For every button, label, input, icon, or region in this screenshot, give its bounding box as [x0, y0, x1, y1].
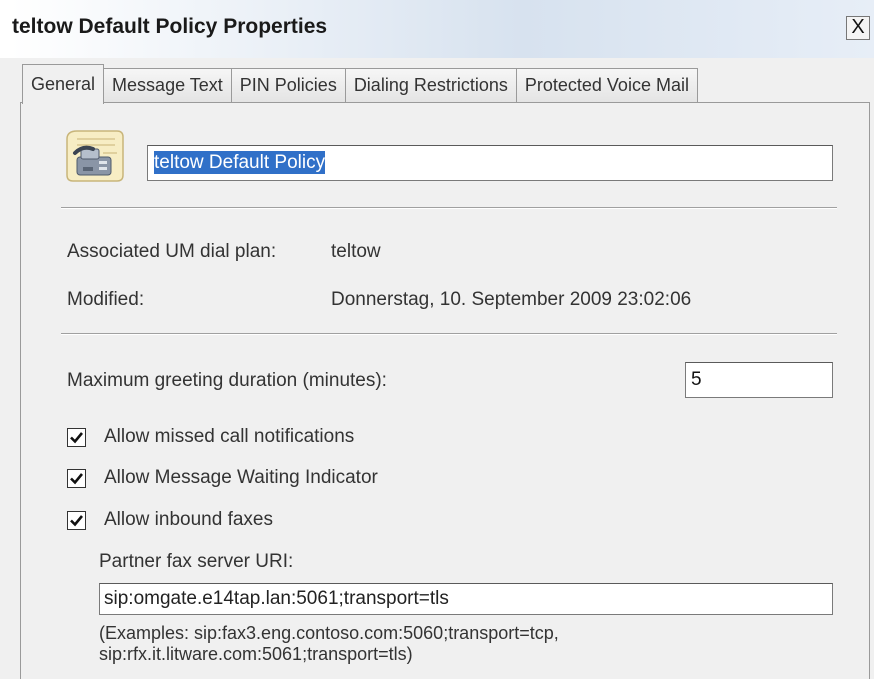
- properties-dialog: General Message Text PIN Policies Dialin…: [0, 58, 874, 679]
- title-bar[interactable]: teltow Default Policy Properties X: [0, 0, 874, 58]
- checkmark-icon: [70, 472, 84, 484]
- greeting-duration-label: Maximum greeting duration (minutes):: [67, 370, 387, 391]
- inbound-fax-checkbox-row[interactable]: Allow inbound faxes: [67, 509, 273, 531]
- mwi-checkbox-row[interactable]: Allow Message Waiting Indicator: [67, 467, 378, 489]
- tab-message-text[interactable]: Message Text: [103, 68, 232, 102]
- tab-general[interactable]: General: [22, 64, 105, 104]
- fax-uri-input[interactable]: sip:omgate.e14tap.lan:5061;transport=tls: [99, 583, 833, 615]
- inbound-fax-label: Allow inbound faxes: [104, 509, 273, 530]
- general-tab-panel: teltow Default Policy Associated UM dial…: [20, 102, 870, 679]
- modified-value: Donnerstag, 10. September 2009 23:02:06: [331, 289, 692, 310]
- missed-call-checkbox-row[interactable]: Allow missed call notifications: [67, 426, 354, 448]
- separator-top: [61, 207, 837, 209]
- greeting-duration-input[interactable]: 5: [685, 362, 833, 398]
- dial-plan-value: teltow: [331, 241, 381, 262]
- separator-middle: [61, 333, 837, 335]
- mwi-checkbox[interactable]: [67, 468, 86, 488]
- fax-document-icon: [66, 130, 124, 182]
- policy-name-value: teltow Default Policy: [154, 151, 326, 174]
- examples-line-1: (Examples: sip:fax3.eng.contoso.com:5060…: [99, 623, 559, 643]
- checkmark-icon: [70, 514, 84, 526]
- tab-strip: General Message Text PIN Policies Dialin…: [22, 64, 698, 104]
- tab-pin-policies[interactable]: PIN Policies: [230, 68, 346, 102]
- missed-call-checkbox[interactable]: [67, 427, 86, 447]
- policy-name-input[interactable]: teltow Default Policy: [147, 145, 833, 181]
- examples-line-2: sip:rfx.it.litware.com:5061;transport=tl…: [99, 644, 413, 664]
- fax-uri-examples: (Examples: sip:fax3.eng.contoso.com:5060…: [99, 623, 559, 665]
- tab-dialing-restrictions[interactable]: Dialing Restrictions: [344, 68, 517, 102]
- mwi-label: Allow Message Waiting Indicator: [104, 467, 378, 488]
- modified-label: Modified:: [67, 289, 145, 310]
- checkmark-icon: [70, 431, 84, 443]
- tab-protected-voice-mail[interactable]: Protected Voice Mail: [515, 68, 698, 102]
- close-button[interactable]: X: [846, 16, 870, 40]
- window-title: teltow Default Policy Properties: [12, 15, 328, 38]
- missed-call-label: Allow missed call notifications: [104, 426, 355, 447]
- inbound-fax-checkbox[interactable]: [67, 510, 86, 530]
- dial-plan-label: Associated UM dial plan:: [67, 241, 277, 262]
- fax-uri-label: Partner fax server URI:: [99, 551, 294, 572]
